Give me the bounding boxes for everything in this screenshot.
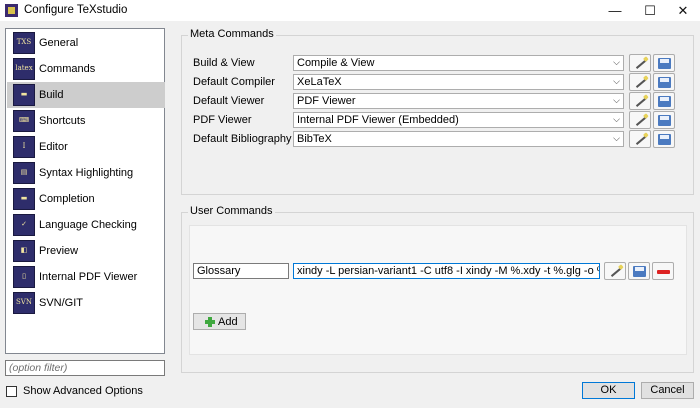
sidebar-item-syntax-highlighting[interactable]: ▤ Syntax Highlighting bbox=[7, 160, 165, 186]
meta-commands-title: Meta Commands bbox=[188, 28, 276, 40]
save-icon bbox=[658, 96, 671, 107]
pdf-viewer-value: Internal PDF Viewer (Embedded) bbox=[297, 114, 459, 126]
latex-commands-icon: latex bbox=[13, 58, 35, 80]
chevron-down-icon: ⌵ bbox=[613, 76, 620, 86]
magic-wand-icon bbox=[610, 267, 623, 277]
sidebar-item-language-checking[interactable]: ✓ Language Checking bbox=[7, 212, 165, 238]
title-bar: Configure TeXstudio — ☐ ✕ bbox=[0, 0, 700, 21]
default-bibliography-tool-wizard-button[interactable] bbox=[629, 130, 651, 148]
default-compiler-wizard-button[interactable] bbox=[629, 73, 651, 91]
magic-wand-icon bbox=[635, 97, 648, 107]
pdf-viewer-icon: ▯ bbox=[13, 266, 35, 288]
default-viewer-select[interactable]: PDF Viewer ⌵ bbox=[293, 93, 624, 109]
texstudio-app-icon bbox=[5, 4, 18, 17]
sidebar-item-commands[interactable]: latex Commands bbox=[7, 56, 165, 82]
chevron-down-icon: ⌵ bbox=[613, 57, 620, 67]
sidebar-item-label: Editor bbox=[39, 141, 68, 153]
default-compiler-select[interactable]: XeLaTeX ⌵ bbox=[293, 74, 624, 90]
default-bibliography-tool-save-button[interactable] bbox=[653, 130, 675, 148]
user-command-save-button[interactable] bbox=[628, 262, 650, 280]
minimize-button[interactable]: — bbox=[598, 0, 632, 21]
close-button[interactable]: ✕ bbox=[666, 0, 700, 21]
sidebar-item-preview[interactable]: ◧ Preview bbox=[7, 238, 165, 264]
sidebar-item-build[interactable]: ▬ Build bbox=[7, 82, 165, 108]
sidebar-item-label: Completion bbox=[39, 193, 95, 205]
chevron-down-icon: ⌵ bbox=[613, 114, 620, 124]
default-compiler-save-button[interactable] bbox=[653, 73, 675, 91]
default-compiler-value: XeLaTeX bbox=[297, 76, 342, 88]
completion-icon: ▬ bbox=[13, 188, 35, 210]
user-commands-scroll-area[interactable] bbox=[189, 225, 687, 355]
add-user-command-button[interactable]: Add bbox=[193, 313, 246, 330]
default-viewer-save-button[interactable] bbox=[653, 92, 675, 110]
sidebar-item-label: Internal PDF Viewer bbox=[39, 271, 138, 283]
user-command-remove-button[interactable] bbox=[652, 262, 674, 280]
sidebar-item-label: Preview bbox=[39, 245, 79, 257]
window-title: Configure TeXstudio bbox=[24, 4, 128, 16]
user-command-value-input[interactable]: xindy -L persian-variant1 -C utf8 -I xin… bbox=[293, 263, 600, 279]
sidebar-item-shortcuts[interactable]: ⌨ Shortcuts bbox=[7, 108, 165, 134]
sidebar-item-internal-pdf-viewer[interactable]: ▯ Internal PDF Viewer bbox=[7, 264, 165, 290]
show-advanced-checkbox[interactable] bbox=[6, 386, 17, 397]
ok-button[interactable]: OK bbox=[582, 382, 635, 399]
chevron-down-icon: ⌵ bbox=[613, 133, 620, 143]
default-bibliography-tool-value: BibTeX bbox=[297, 133, 332, 145]
preview-icon: ◧ bbox=[13, 240, 35, 262]
cancel-button[interactable]: Cancel bbox=[641, 382, 694, 399]
pdf-viewer-label: PDF Viewer bbox=[193, 114, 252, 126]
magic-wand-icon bbox=[635, 78, 648, 88]
default-viewer-wizard-button[interactable] bbox=[629, 92, 651, 110]
remove-icon bbox=[657, 270, 670, 274]
magic-wand-icon bbox=[635, 116, 648, 126]
sidebar-item-label: General bbox=[39, 37, 79, 49]
build-view-value: Compile & View bbox=[297, 57, 375, 69]
default-compiler-label: Default Compiler bbox=[193, 76, 275, 88]
maximize-button[interactable]: ☐ bbox=[633, 0, 667, 21]
plus-icon bbox=[205, 317, 215, 327]
sidebar-item-editor[interactable]: I Editor bbox=[7, 134, 165, 160]
add-button-label: Add bbox=[218, 316, 238, 328]
pdf-viewer-wizard-button[interactable] bbox=[629, 111, 651, 129]
show-advanced-label: Show Advanced Options bbox=[23, 385, 143, 397]
sidebar-item-label: Shortcuts bbox=[39, 115, 86, 127]
save-icon bbox=[658, 134, 671, 145]
syntax-highlighting-icon: ▤ bbox=[13, 162, 35, 184]
build-view-save-button[interactable] bbox=[653, 54, 675, 72]
option-filter-input[interactable]: (option filter) bbox=[5, 360, 165, 376]
user-command-wizard-button[interactable] bbox=[604, 262, 626, 280]
category-list[interactable]: TXS General latex Commands ▬ Build ⌨ Sho… bbox=[5, 28, 165, 354]
sidebar-item-completion[interactable]: ▬ Completion bbox=[7, 186, 165, 212]
pdf-viewer-save-button[interactable] bbox=[653, 111, 675, 129]
build-view-wizard-button[interactable] bbox=[629, 54, 651, 72]
keyboard-shortcuts-icon: ⌨ bbox=[13, 110, 35, 132]
default-bibliography-tool-select[interactable]: BibTeX ⌵ bbox=[293, 131, 624, 147]
chevron-down-icon: ⌵ bbox=[613, 95, 620, 105]
magic-wand-icon bbox=[635, 135, 648, 145]
editor-icon: I bbox=[13, 136, 35, 158]
sidebar-item-label: Commands bbox=[39, 63, 96, 75]
pdf-viewer-select[interactable]: Internal PDF Viewer (Embedded) ⌵ bbox=[293, 112, 624, 128]
language-checking-icon: ✓ bbox=[13, 214, 35, 236]
save-icon bbox=[658, 115, 671, 126]
default-viewer-value: PDF Viewer bbox=[297, 95, 356, 107]
magic-wand-icon bbox=[635, 59, 648, 69]
save-icon bbox=[633, 266, 646, 277]
sidebar-item-svn-git[interactable]: SVN SVN/GIT bbox=[7, 290, 165, 316]
sidebar-item-label: Build bbox=[39, 89, 64, 101]
user-commands-title: User Commands bbox=[188, 205, 275, 217]
build-view-label: Build & View bbox=[193, 57, 255, 69]
sidebar-item-label: Syntax Highlighting bbox=[39, 167, 134, 179]
build-icon: ▬ bbox=[13, 84, 35, 106]
build-view-select[interactable]: Compile & View ⌵ bbox=[293, 55, 624, 71]
user-commands-group: User Commands bbox=[181, 205, 694, 373]
default-viewer-label: Default Viewer bbox=[193, 95, 265, 107]
svn-git-icon: SVN bbox=[13, 292, 35, 314]
sidebar-item-label: Language Checking bbox=[39, 219, 137, 231]
save-icon bbox=[658, 58, 671, 69]
sidebar-item-label: SVN/GIT bbox=[39, 297, 84, 309]
txs-general-icon: TXS bbox=[13, 32, 35, 54]
sidebar-item-general[interactable]: TXS General bbox=[7, 30, 165, 56]
user-command-name-input[interactable]: Glossary bbox=[193, 263, 289, 279]
save-icon bbox=[658, 77, 671, 88]
